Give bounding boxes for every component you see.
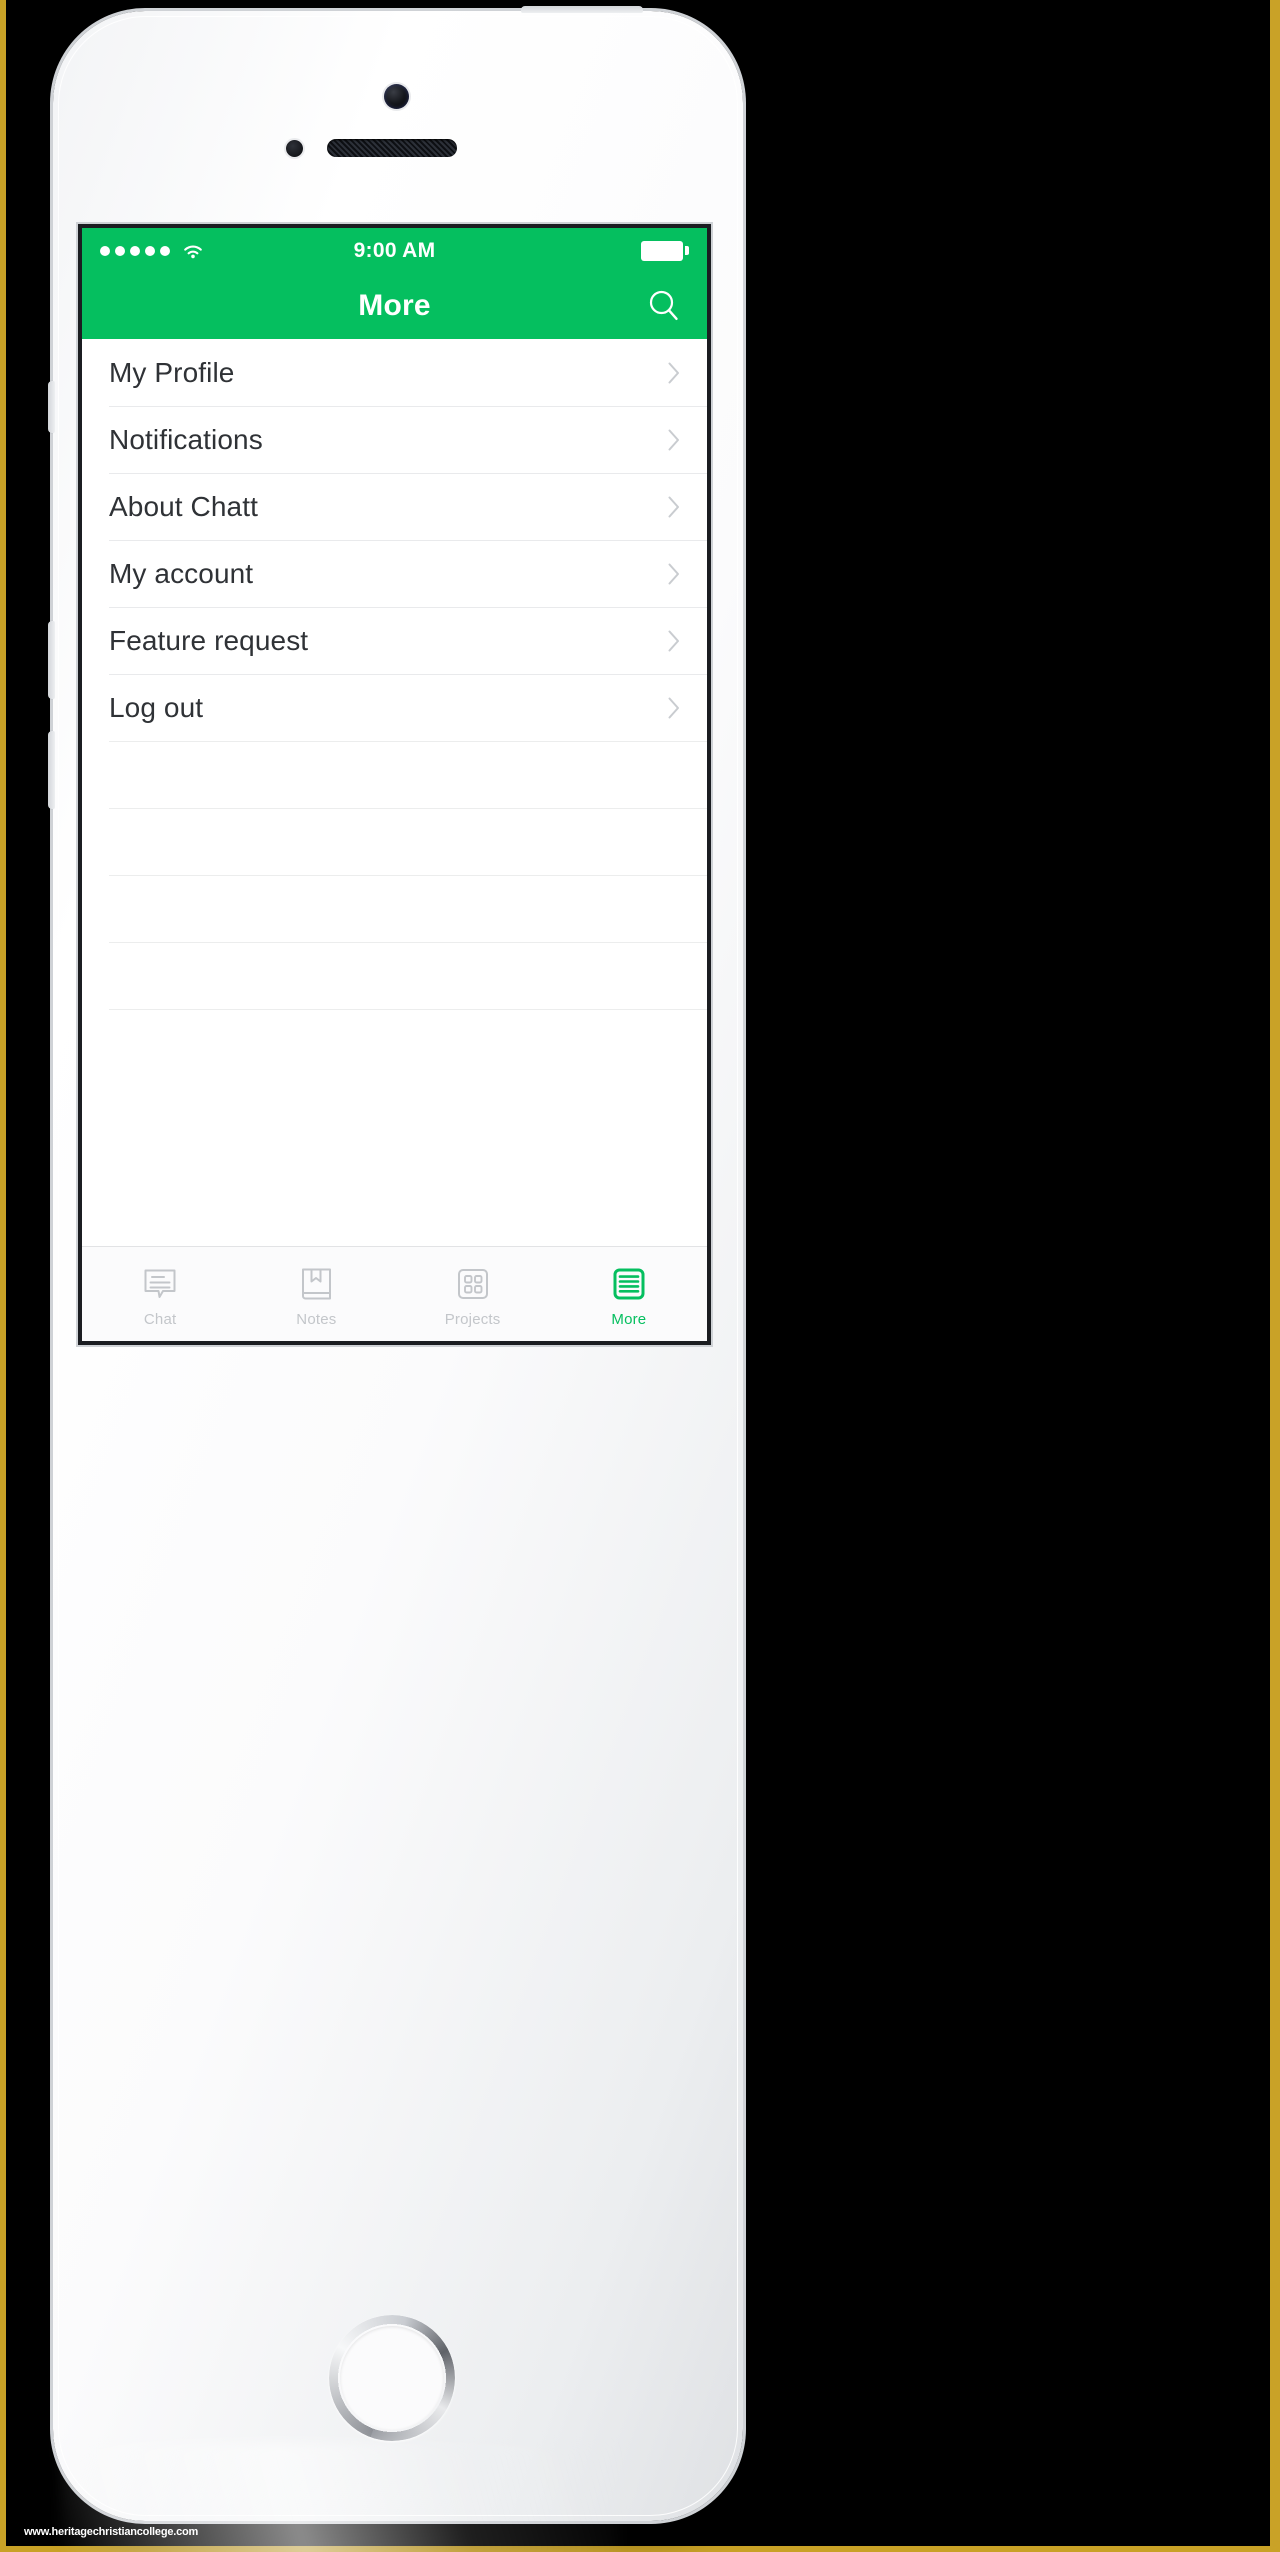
signal-dot — [115, 245, 125, 256]
tab-chat[interactable]: Chat — [82, 1247, 238, 1341]
list-lines-icon — [613, 1268, 645, 1300]
signal-strength-icon — [100, 245, 170, 256]
signal-dot — [130, 245, 140, 256]
chevron-right-icon — [668, 362, 679, 383]
tab-label: Notes — [296, 1311, 337, 1328]
book-bookmark-icon — [302, 1268, 332, 1300]
search-icon — [649, 290, 678, 320]
chevron-right-icon — [668, 630, 679, 651]
empty-list-row — [82, 808, 707, 875]
tab-label: More — [611, 1311, 647, 1328]
chevron-right-icon — [668, 697, 679, 718]
chevron-right-icon — [668, 496, 679, 517]
menu-item-my-account[interactable]: My account — [82, 540, 707, 607]
empty-list-row — [82, 1009, 707, 1076]
volume-down-button[interactable] — [48, 731, 55, 809]
signal-dot — [145, 245, 155, 256]
border-strip-bottom — [0, 2546, 1280, 2552]
menu-item-label: Notifications — [109, 423, 263, 455]
screenshot-canvas: 9:00 AM More My Profile Notifications Abou… — [0, 0, 1280, 2552]
search-button[interactable] — [641, 283, 687, 329]
status-bar: 9:00 AM — [82, 228, 707, 273]
home-button[interactable] — [329, 2315, 455, 2441]
signal-dot — [100, 245, 110, 256]
border-strip-left — [0, 0, 6, 2552]
page-title: More — [358, 289, 431, 322]
tab-projects[interactable]: Projects — [395, 1247, 551, 1341]
status-bar-clock: 9:00 AM — [353, 238, 436, 262]
watermark-text: www.heritagechristiancollege.com — [24, 2526, 199, 2538]
empty-list-row — [82, 942, 707, 1009]
front-camera-icon — [384, 84, 409, 109]
phone-screen: 9:00 AM More My Profile Notifications Abou… — [82, 228, 707, 1341]
menu-item-notifications[interactable]: Notifications — [82, 406, 707, 473]
menu-item-label: About Chatt — [109, 490, 258, 522]
menu-item-log-out[interactable]: Log out — [82, 674, 707, 741]
power-button[interactable] — [521, 6, 643, 13]
empty-list-area — [82, 741, 707, 1076]
tab-notes[interactable]: Notes — [238, 1247, 394, 1341]
tab-more[interactable]: More — [551, 1247, 707, 1341]
proximity-sensor-icon — [286, 140, 303, 157]
menu-item-label: My account — [109, 557, 254, 589]
menu-item-label: Log out — [109, 691, 204, 723]
bottom-tab-bar: Chat Notes Projects More — [82, 1246, 707, 1341]
menu-item-my-profile[interactable]: My Profile — [82, 339, 707, 406]
wifi-icon — [184, 245, 202, 258]
chevron-right-icon — [668, 563, 679, 584]
battery-icon — [641, 240, 689, 261]
border-strip-right — [1270, 0, 1280, 2552]
chevron-right-icon — [668, 429, 679, 450]
grid-four-icon — [457, 1269, 488, 1299]
empty-list-row — [82, 875, 707, 942]
silent-switch[interactable] — [48, 381, 55, 433]
chat-bubble-icon — [144, 1269, 176, 1298]
menu-item-about-chatt[interactable]: About Chatt — [82, 473, 707, 540]
navigation-bar: More — [82, 273, 707, 339]
volume-up-button[interactable] — [48, 621, 55, 699]
menu-item-label: Feature request — [109, 624, 309, 656]
earpiece-speaker — [327, 139, 457, 157]
menu-item-feature-request[interactable]: Feature request — [82, 607, 707, 674]
menu-item-label: My Profile — [109, 356, 235, 388]
signal-dot — [160, 245, 170, 256]
phone-device-mockup: 9:00 AM More My Profile Notifications Abou… — [48, 6, 743, 2521]
tab-label: Chat — [143, 1311, 177, 1328]
settings-menu-list: My Profile Notifications About Chatt My acc… — [82, 339, 707, 741]
tab-label: Projects — [444, 1311, 501, 1328]
empty-list-row — [82, 741, 707, 808]
